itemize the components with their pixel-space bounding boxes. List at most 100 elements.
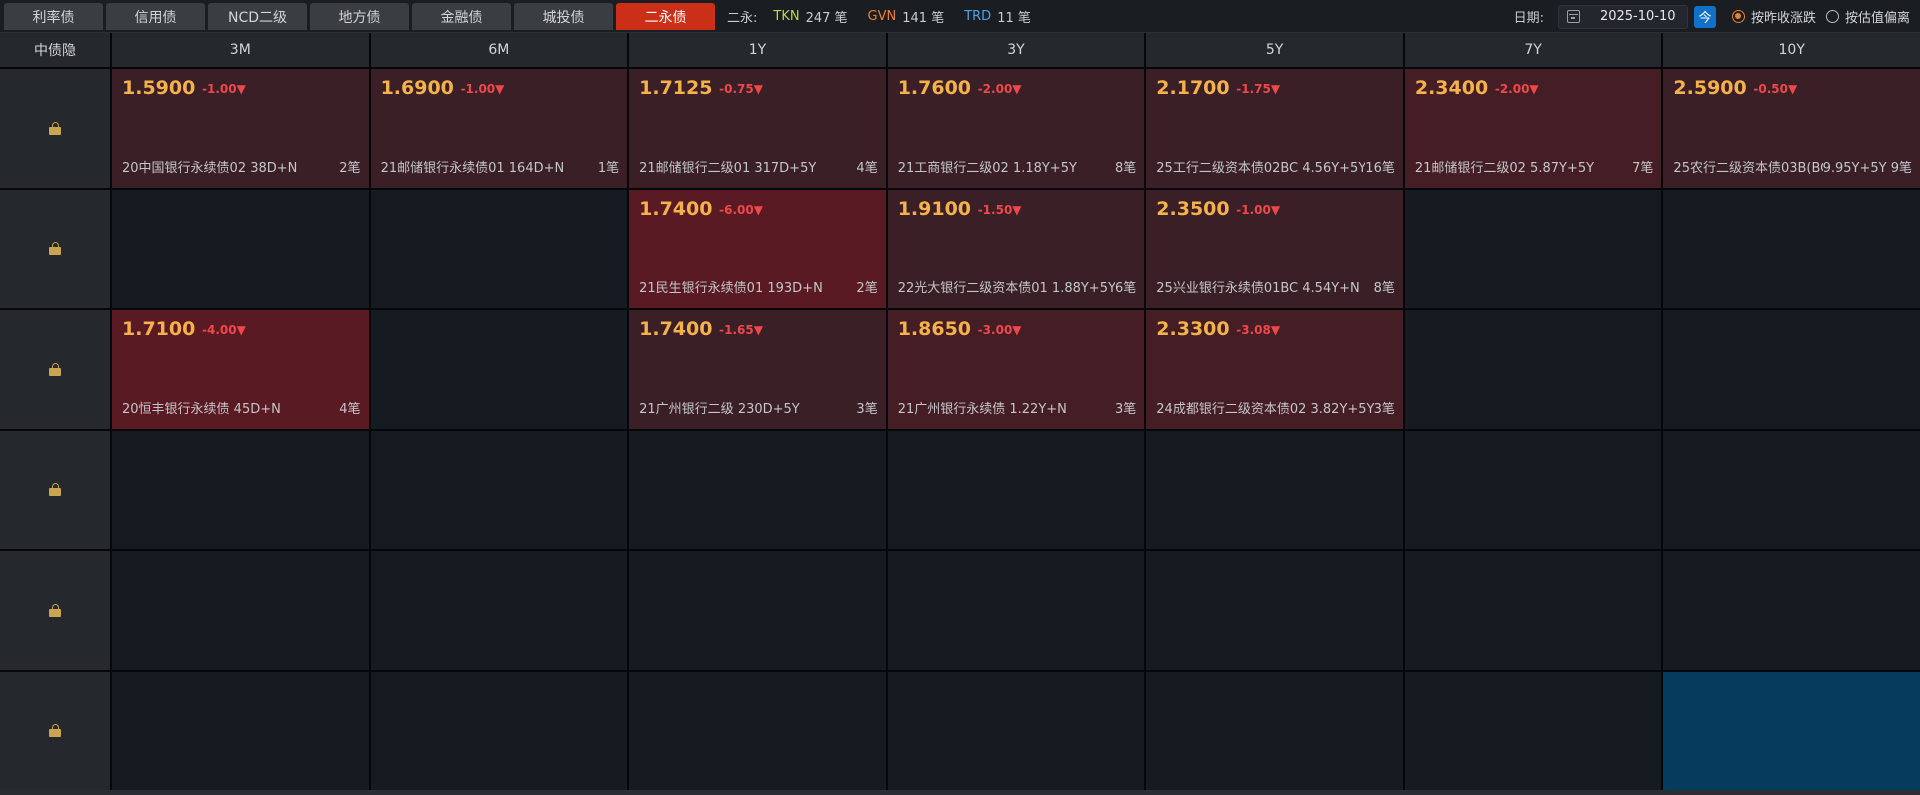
empty-cell[interactable] bbox=[1146, 671, 1403, 790]
quote-cell[interactable]: 1.8650 -3.00▼ 21广州银行永续债 1.22Y+N 3笔 bbox=[887, 310, 1145, 429]
yield-value: 2.1700 bbox=[1156, 77, 1230, 99]
empty-cell[interactable] bbox=[1404, 551, 1662, 670]
yield-value: 2.3400 bbox=[1414, 77, 1489, 99]
corner-header[interactable]: 中债隐 bbox=[0, 33, 110, 67]
quote-cell[interactable]: 1.9100 -1.50▼ 22光大银行二级资本债01 1.88Y+5Y 6笔 bbox=[887, 189, 1145, 308]
empty-cell[interactable] bbox=[1404, 310, 1662, 429]
trade-count: 2笔 bbox=[856, 277, 878, 296]
row-lock-cell[interactable] bbox=[0, 69, 110, 188]
empty-cell[interactable] bbox=[112, 189, 369, 308]
trade-count: 9.95Y+5Y 9笔 bbox=[1822, 156, 1912, 176]
lock-icon bbox=[49, 603, 61, 617]
yield-change: -1.50▼ bbox=[977, 202, 1022, 217]
empty-cell[interactable] bbox=[370, 430, 628, 549]
quote-cell[interactable]: 2.3300 -3.08▼ 24成都银行二级资本债02 3.82Y+5Y 3笔 bbox=[1146, 310, 1403, 429]
quote-cell[interactable]: 1.7600 -2.00▼ 21工商银行二级02 1.18Y+5Y 8笔 bbox=[887, 69, 1145, 188]
bond-name: 20中国银行永续债02 38D+N bbox=[122, 160, 298, 176]
yield-change: -3.08▼ bbox=[1236, 323, 1281, 337]
bond-name: 22光大银行二级资本债01 1.88Y+5Y bbox=[897, 281, 1116, 296]
col-header-5y: 5Y bbox=[1146, 33, 1403, 67]
date-picker[interactable]: 2025-10-10 bbox=[1557, 4, 1688, 29]
empty-cell[interactable] bbox=[1663, 430, 1920, 549]
quote-cell[interactable]: 1.5900 -1.00▼ 20中国银行永续债02 38D+N 2笔 bbox=[112, 69, 369, 188]
empty-cell[interactable] bbox=[370, 551, 628, 670]
col-header-6m: 6M bbox=[370, 33, 628, 67]
empty-cell[interactable] bbox=[370, 671, 628, 790]
quote-cell[interactable]: 2.3500 -1.00▼ 25兴业银行永续债01BC 4.54Y+N 8笔 bbox=[1146, 189, 1403, 308]
lock-icon bbox=[49, 121, 61, 135]
tab-credit[interactable]: 信用债 bbox=[106, 3, 205, 30]
col-header-1y: 1Y bbox=[629, 33, 886, 67]
calendar-icon bbox=[1566, 10, 1580, 23]
row-lock-cell[interactable] bbox=[0, 310, 110, 429]
tab-urban-invest[interactable]: 城投债 bbox=[514, 3, 613, 30]
quote-cell[interactable]: 1.7100 -4.00▼ 20恒丰银行永续债 45D+N 4笔 bbox=[112, 310, 369, 429]
empty-cell[interactable] bbox=[370, 310, 628, 429]
empty-cell[interactable] bbox=[1663, 310, 1920, 429]
row-lock-cell[interactable] bbox=[0, 189, 110, 308]
quote-cell[interactable]: 2.1700 -1.75▼ 25工行二级资本债02BC 4.56Y+5Y 16笔 bbox=[1146, 69, 1403, 188]
quote-cell[interactable]: 1.7400 -6.00▼ 21民生银行永续债01 193D+N 2笔 bbox=[629, 189, 886, 308]
empty-cell[interactable] bbox=[887, 671, 1145, 790]
empty-cell[interactable] bbox=[1146, 430, 1403, 549]
empty-cell[interactable] bbox=[112, 671, 369, 790]
yield-value: 2.3500 bbox=[1156, 197, 1230, 220]
tab-tier2-perpetual[interactable]: 二永债 bbox=[616, 3, 715, 30]
empty-cell[interactable] bbox=[1404, 430, 1662, 549]
empty-cell[interactable] bbox=[1146, 551, 1403, 670]
tkn-count: 247 笔 bbox=[805, 11, 848, 26]
trade-count: 6笔 bbox=[1115, 277, 1137, 296]
yield-value: 1.7400 bbox=[639, 197, 713, 220]
trade-count: 3笔 bbox=[856, 397, 878, 417]
trd-count: 11 笔 bbox=[997, 11, 1031, 26]
today-button[interactable]: 今 bbox=[1693, 5, 1716, 28]
empty-cell[interactable] bbox=[112, 551, 369, 670]
trade-count: 2笔 bbox=[339, 156, 361, 176]
tab-financial[interactable]: 金融债 bbox=[412, 3, 511, 30]
yield-change: -1.75▼ bbox=[1236, 82, 1281, 96]
tab-rates[interactable]: 利率债 bbox=[4, 3, 103, 30]
trade-count: 3笔 bbox=[1115, 397, 1137, 417]
row-lock-cell[interactable] bbox=[0, 671, 110, 790]
yield-value: 2.5900 bbox=[1673, 77, 1747, 99]
empty-cell[interactable] bbox=[1663, 189, 1920, 308]
empty-cell[interactable] bbox=[1663, 551, 1920, 670]
quote-cell[interactable]: 1.7400 -1.65▼ 21广州银行二级 230D+5Y 3笔 bbox=[629, 310, 886, 429]
gvn-count: 141 笔 bbox=[902, 11, 945, 26]
empty-cell[interactable] bbox=[1404, 189, 1662, 308]
empty-cell[interactable] bbox=[629, 671, 886, 790]
empty-cell[interactable] bbox=[887, 430, 1145, 549]
category-tabs: 利率债 信用债 NCD二级 地方债 金融债 城投债 二永债 bbox=[4, 3, 715, 30]
trade-count: 4笔 bbox=[339, 397, 361, 417]
empty-cell[interactable] bbox=[629, 430, 886, 549]
empty-cell[interactable] bbox=[629, 551, 886, 670]
stats-label: 二永: bbox=[727, 11, 758, 26]
empty-cell[interactable] bbox=[112, 430, 369, 549]
yield-change: -0.50▼ bbox=[1753, 82, 1798, 96]
bond-name: 21邮储银行二级02 5.87Y+5Y bbox=[1414, 160, 1595, 176]
quote-cell[interactable]: 1.6900 -1.00▼ 21邮储银行永续债01 164D+N 1笔 bbox=[370, 69, 628, 188]
trade-count: 7笔 bbox=[1632, 156, 1654, 176]
row-lock-cell[interactable] bbox=[0, 430, 110, 549]
selected-empty-cell[interactable] bbox=[1663, 671, 1920, 790]
empty-cell[interactable] bbox=[1404, 671, 1662, 790]
yield-change: -1.00▼ bbox=[460, 82, 505, 96]
radio-prev-close[interactable]: 按昨收涨跌 bbox=[1731, 7, 1816, 26]
yield-change: -1.00▼ bbox=[202, 82, 246, 96]
date-value: 2025-10-10 bbox=[1599, 9, 1676, 24]
col-header-7y: 7Y bbox=[1404, 33, 1662, 67]
trd-tag: TRD bbox=[964, 9, 992, 24]
row-lock-cell[interactable] bbox=[0, 551, 110, 670]
empty-cell[interactable] bbox=[887, 551, 1145, 670]
radio-valuation-deviation[interactable]: 按估值偏离 bbox=[1825, 7, 1910, 26]
tab-ncd-secondary[interactable]: NCD二级 bbox=[208, 3, 307, 30]
tab-local-gov[interactable]: 地方债 bbox=[310, 3, 409, 30]
quote-cell[interactable]: 2.3400 -2.00▼ 21邮储银行二级02 5.87Y+5Y 7笔 bbox=[1404, 69, 1662, 188]
bottom-scroll-strip[interactable] bbox=[0, 790, 1920, 795]
yield-value: 1.9100 bbox=[897, 197, 972, 220]
empty-cell[interactable] bbox=[370, 189, 628, 308]
quote-cell[interactable]: 2.5900 -0.50▼ 25农行二级资本债03B(BC 9.95Y+5Y 9笔 bbox=[1663, 69, 1920, 188]
quote-cell[interactable]: 1.7125 -0.75▼ 21邮储银行二级01 317D+5Y 4笔 bbox=[629, 69, 886, 188]
yield-value: 1.7100 bbox=[122, 318, 196, 340]
trade-count: 8笔 bbox=[1115, 156, 1137, 176]
